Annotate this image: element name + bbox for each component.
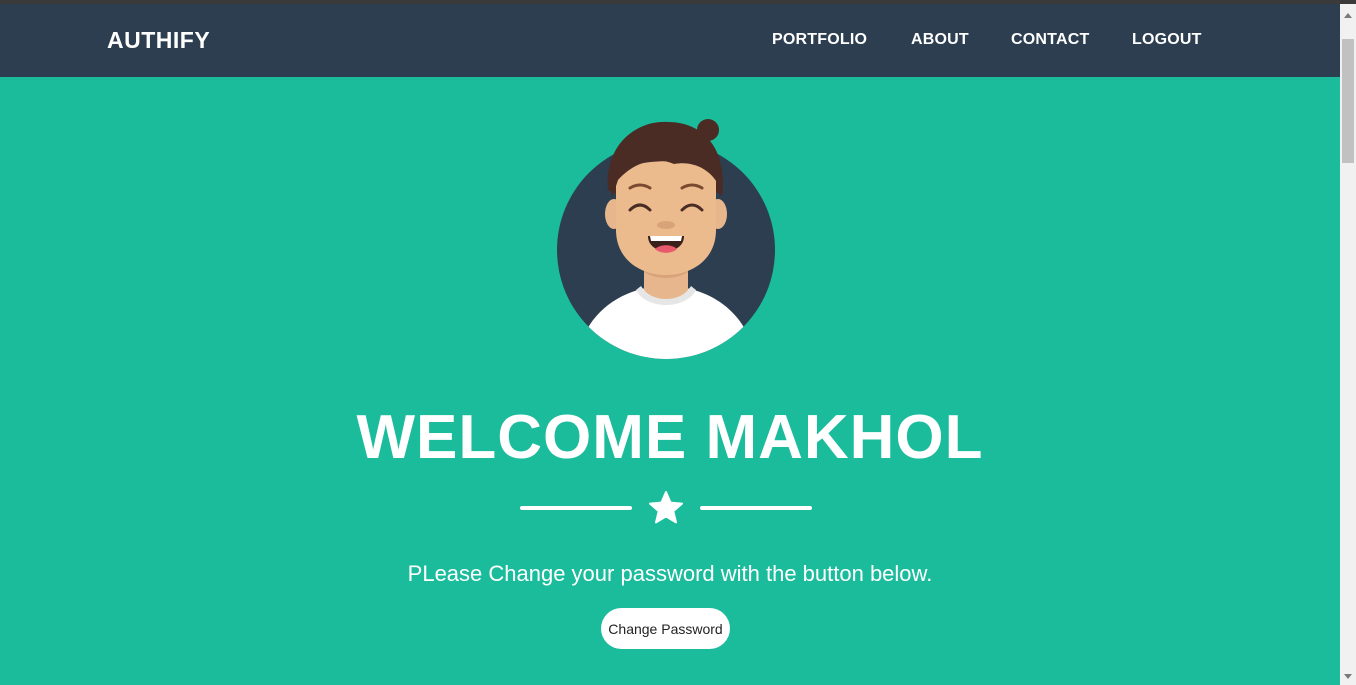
nav-link-logout[interactable]: LOGOUT [1132,31,1202,49]
scrollbar-thumb[interactable] [1342,39,1354,163]
divider-line-right [700,506,812,510]
subtitle-text: PLease Change your password with the but… [407,561,933,586]
vertical-scrollbar[interactable] [1340,4,1356,685]
welcome-heading: WELCOME MAKHOL [356,403,984,472]
scroll-down-icon[interactable] [1344,674,1352,679]
nav-link-about[interactable]: ABOUT [911,31,969,49]
star-icon [649,491,683,524]
brand-logo[interactable]: AUTHIFY [107,27,210,54]
avatar [557,119,775,359]
change-password-button[interactable]: Change Password [601,608,730,649]
nav-link-portfolio[interactable]: PORTFOLIO [772,31,867,49]
nav-link-contact[interactable]: CONTACT [1011,31,1089,49]
star-divider [520,488,812,528]
scroll-up-icon[interactable] [1344,13,1352,18]
navbar: AUTHIFY PORTFOLIO ABOUT CONTACT LOGOUT [0,4,1340,77]
divider-line-left [520,506,632,510]
